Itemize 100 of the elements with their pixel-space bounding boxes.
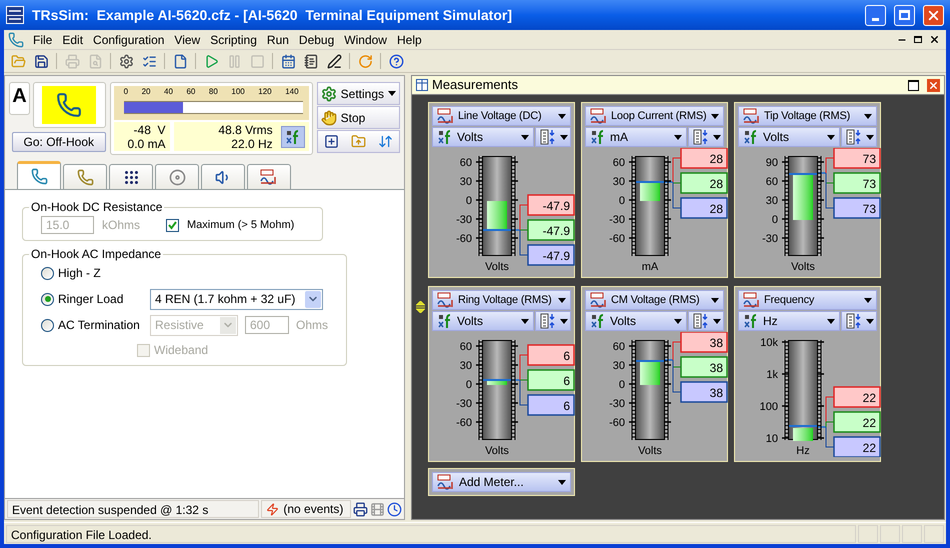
tick-label: 60: [766, 176, 778, 188]
disc-icon: [168, 168, 186, 186]
tick-label: 1k: [766, 369, 778, 381]
meter-type-dropdown[interactable]: CM Voltage (RMS): [585, 290, 724, 310]
stop-button[interactable]: Stop: [316, 106, 400, 129]
tick-label: 60: [612, 157, 625, 169]
unit-dropdown[interactable]: Hz: [738, 311, 840, 331]
scaling-icon: [590, 313, 606, 329]
tick-label: -60: [456, 417, 472, 429]
unit-label: Ohms: [296, 317, 328, 334]
reading-box: 38: [680, 332, 728, 353]
menu-item[interactable]: Window: [339, 30, 392, 48]
meter-icon: [437, 292, 455, 308]
meter-icon: [260, 169, 278, 185]
phone-icon: [76, 168, 94, 186]
swap-arrows-icon[interactable]: [378, 134, 393, 149]
range-dropdown[interactable]: [841, 311, 877, 331]
off-hook-button[interactable]: Go: Off-Hook: [12, 132, 106, 152]
reading-box: 73: [833, 172, 881, 194]
frequency-readout: 22.0 Hz: [231, 136, 273, 150]
meter-type-dropdown[interactable]: Tip Voltage (RMS): [738, 106, 877, 126]
unit-dropdown[interactable]: mA: [585, 127, 687, 147]
tick-label: 0: [618, 379, 625, 391]
caret-icon: [560, 134, 568, 140]
range-dropdown[interactable]: [688, 127, 724, 147]
menu-item[interactable]: Run: [262, 30, 294, 48]
menu-item[interactable]: View: [169, 30, 206, 48]
meter-type-dropdown[interactable]: Line Voltage (DC): [432, 106, 571, 126]
meter-icon: [743, 108, 761, 124]
menu-item[interactable]: File: [28, 30, 58, 48]
range-dropdown[interactable]: [535, 127, 571, 147]
tick-label: -60: [609, 233, 625, 245]
meter-type-dropdown[interactable]: Frequency: [738, 290, 877, 310]
app-icon: [6, 6, 24, 24]
channel-badge: A: [9, 82, 30, 115]
gauge-fill: [640, 183, 660, 201]
maximize-button[interactable]: [908, 80, 919, 90]
scaling-icon: [284, 128, 301, 144]
unit-dropdown[interactable]: Volts: [432, 127, 534, 147]
axis-label: Hz: [796, 445, 810, 457]
gauge-fill: [793, 428, 813, 441]
reading-box: 6: [527, 369, 575, 391]
caret-icon: [711, 114, 719, 118]
menu-item[interactable]: Configuration: [88, 30, 170, 48]
splitter-arrows-icon[interactable]: [416, 301, 424, 313]
caret-icon: [711, 298, 719, 302]
ringing-phone-icon: [42, 86, 96, 124]
caret-icon: [521, 134, 529, 140]
tick-label: 60: [460, 341, 472, 353]
phone-icon: [8, 32, 24, 48]
tick-label: 90: [766, 157, 778, 169]
meter-type-dropdown[interactable]: Ring Voltage (RMS): [432, 290, 571, 310]
reading-box: 22: [833, 436, 881, 457]
scaling-icon: [437, 129, 453, 145]
meter-icon: [437, 474, 455, 490]
scale-label: 0: [124, 87, 128, 96]
save-add-icon[interactable]: [324, 134, 339, 149]
clock-icon[interactable]: [387, 502, 402, 516]
scaling-button[interactable]: [280, 126, 305, 148]
radio-button[interactable]: [41, 292, 54, 306]
tick-label: -30: [609, 398, 625, 410]
radio-button[interactable]: [41, 266, 54, 280]
menu-item[interactable]: Scripting: [205, 30, 262, 48]
measurements-title: Measurements: [432, 76, 519, 94]
radio-button[interactable]: [41, 318, 54, 332]
event-status: Event detection suspended @ 1:32 s: [7, 500, 260, 518]
meter-type-dropdown[interactable]: Loop Current (RMS): [585, 106, 724, 126]
status-panel: [902, 524, 922, 542]
tick-label: 30: [612, 176, 625, 188]
tick-label: -30: [456, 214, 472, 226]
reading-box: 38: [680, 381, 728, 403]
close-icon: [928, 80, 939, 90]
gear-icon: [320, 86, 337, 102]
reading-box: 73: [833, 148, 881, 169]
menu-item[interactable]: Edit: [57, 30, 88, 48]
range-dropdown[interactable]: [841, 127, 877, 147]
range-dropdown[interactable]: [688, 311, 724, 331]
unit-dropdown[interactable]: Volts: [738, 127, 840, 147]
caret-icon: [674, 134, 682, 140]
export-folder-icon[interactable]: [350, 134, 366, 149]
tab[interactable]: [201, 164, 245, 189]
menu-item[interactable]: Help: [392, 30, 427, 48]
settings-button[interactable]: Settings: [316, 82, 400, 105]
range-icon: [540, 313, 556, 329]
scaling-icon: [590, 129, 606, 145]
tick-label: 60: [612, 341, 625, 353]
unit-dropdown[interactable]: Volts: [585, 311, 687, 331]
caret-icon: [866, 134, 874, 140]
printer-icon[interactable]: [353, 502, 368, 516]
ringer-load-dropdown[interactable]: 4 REN (1.7 kohm + 32 uF): [150, 288, 323, 310]
caret-icon: [558, 480, 566, 484]
unit-dropdown[interactable]: Volts: [432, 311, 534, 331]
reading-box: 73: [833, 197, 881, 219]
tab[interactable]: [109, 164, 153, 189]
menu-item[interactable]: Debug: [294, 30, 340, 48]
group-title: On-Hook AC Impedance: [30, 246, 162, 263]
gauge-fill: [640, 361, 660, 385]
range-dropdown[interactable]: [535, 311, 571, 331]
tick-label: 0: [466, 379, 472, 391]
add-meter-dropdown[interactable]: Add Meter...: [432, 472, 571, 492]
